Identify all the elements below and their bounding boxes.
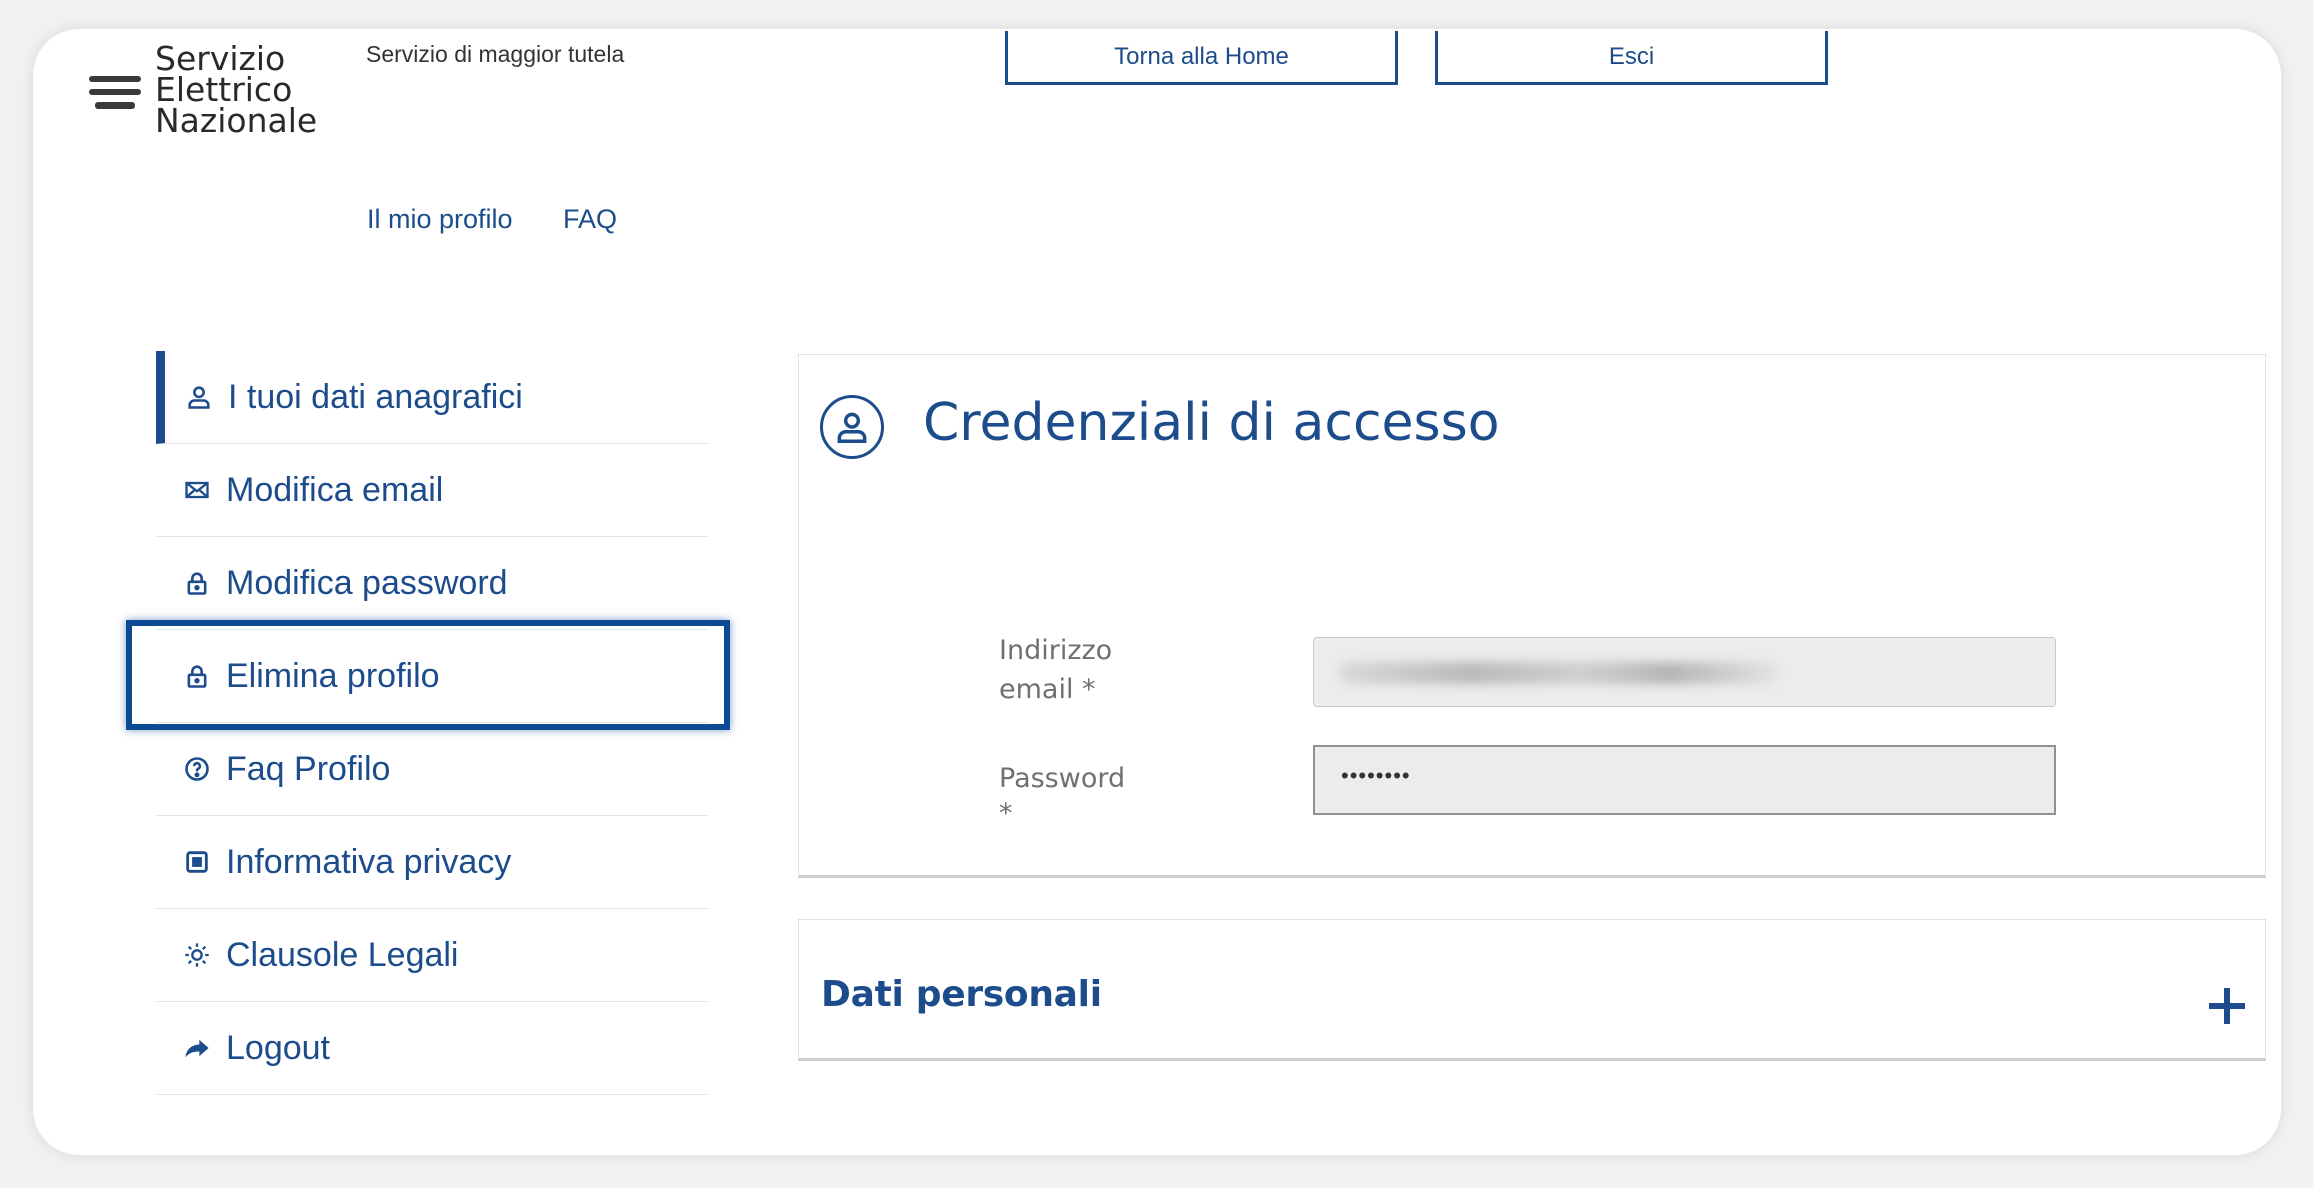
personal-data-title: Dati personali [821,974,1102,1015]
sidebar-item-label: Informativa privacy [226,842,512,881]
sidebar-item-privacy[interactable]: Informativa privacy [156,816,708,909]
profile-sidebar: I tuoi dati anagrafici Modifica email Mo… [156,351,708,1095]
plus-icon[interactable] [2209,988,2245,1024]
home-button[interactable]: Torna alla Home [1005,31,1398,85]
brand-name: Servizio Elettrico Nazionale [155,42,318,140]
email-label-line-1: Indirizzo [999,635,1113,666]
brand-logo[interactable]: Servizio Elettrico Nazionale [55,39,318,159]
sidebar-item-label: Modifica email [226,470,444,509]
sidebar-item-personal-data[interactable]: I tuoi dati anagrafici [156,351,708,444]
user-icon [182,380,216,414]
brand-line-3: Nazionale [155,101,318,140]
lock-icon [180,659,214,693]
brand-tagline: Servizio di maggior tutela [366,41,625,67]
password-label-line-2: * [999,798,1013,829]
sidebar-item-label: Modifica password [226,563,508,602]
password-value: •••••••• [1341,763,1411,788]
sidebar-item-label: Elimina profilo [226,656,440,695]
sun-icon [180,938,214,972]
email-field[interactable] [1313,637,2056,707]
user-icon [820,395,884,459]
privacy-icon [180,845,214,879]
lock-icon [180,566,214,600]
nav-my-profile[interactable]: Il mio profilo [367,204,513,235]
sidebar-item-legal[interactable]: Clausole Legali [156,909,708,1002]
email-value-redacted [1339,662,1779,684]
email-label: Indirizzo email * [999,631,1199,709]
question-circle-icon [180,752,214,786]
password-field[interactable]: •••••••• [1313,745,2056,815]
sidebar-item-edit-email[interactable]: Modifica email [156,444,708,537]
sidebar-item-label: Faq Profilo [226,749,391,788]
sidebar-item-label: Logout [226,1028,330,1067]
share-arrow-icon [180,1031,214,1065]
envelope-icon [180,473,214,507]
page-window: Servizio Elettrico Nazionale Servizio di… [33,29,2281,1155]
sidebar-item-edit-password[interactable]: Modifica password [156,537,708,630]
logo-mark-icon [89,76,141,110]
email-label-line-2: email * [999,674,1096,705]
sidebar-item-label: Clausole Legali [226,935,459,974]
credentials-card: Credenziali di accesso Indirizzo email *… [798,354,2266,878]
exit-button[interactable]: Esci [1435,31,1828,85]
credentials-title: Credenziali di accesso [923,393,1500,453]
sidebar-item-faq-profile[interactable]: Faq Profilo [156,723,708,816]
personal-data-accordion[interactable]: Dati personali [798,919,2266,1061]
sidebar-item-delete-profile[interactable]: Elimina profilo [156,630,708,723]
sidebar-item-label: I tuoi dati anagrafici [228,377,523,416]
nav-faq[interactable]: FAQ [563,204,617,235]
password-label-line-1: Password [999,763,1126,794]
sidebar-item-logout[interactable]: Logout [156,1002,708,1095]
password-label: Password * [999,759,1199,830]
